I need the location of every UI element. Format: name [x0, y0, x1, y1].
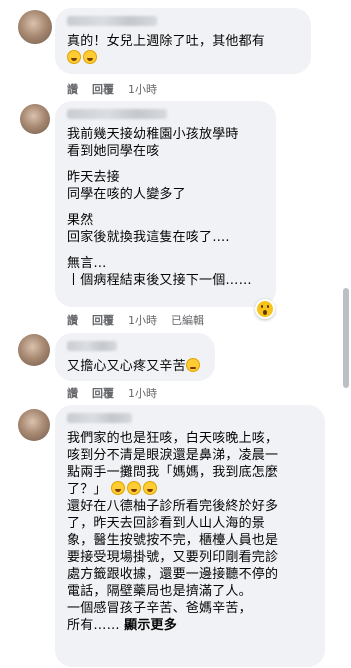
comment-timestamp[interactable]: 1小時	[128, 312, 157, 328]
comment-actions: 讚 回覆 1小時	[67, 385, 157, 401]
laughing-crying-emoji-icon	[83, 50, 97, 64]
laughing-crying-emoji-icon	[142, 481, 157, 495]
laughing-crying-emoji-icon	[110, 481, 125, 495]
comment-text: 又擔心又心疼又辛苦	[67, 358, 205, 375]
comment-text: 無言…	[67, 256, 107, 271]
comment-bubble: 我們家的也是狂咳，白天咳晚上咳， 咳到分不清是眼淚還是鼻涕，凌晨一 點兩手一攤問…	[55, 405, 325, 667]
comment-text: 昨天去接	[67, 170, 120, 185]
comment-text: 象，醫生按號按不完，櫃檯人員也是	[67, 533, 279, 548]
comment-timestamp[interactable]: 1小時	[128, 385, 157, 401]
comment-text: 同學在咳的人變多了	[67, 187, 186, 202]
sweat-smile-emoji-icon	[185, 358, 200, 372]
comment-bubble: 又擔心又心疼又辛苦	[55, 333, 215, 381]
comment-text: 了，昨天去回診看到人山人海的景	[67, 516, 266, 531]
avatar[interactable]	[18, 10, 52, 44]
avatar[interactable]	[18, 409, 50, 441]
comment-text: 所有…… 顯示更多	[67, 618, 177, 633]
commenter-name-blurred[interactable]	[67, 109, 167, 119]
comment-text: 點兩手一攤問我「媽媽，我到底怎麼	[67, 465, 279, 480]
scrollbar[interactable]	[343, 288, 349, 388]
wow-icon[interactable]	[255, 299, 275, 319]
comment-text: 丨個病程結束後又接下一個……	[67, 273, 252, 288]
comment-text: 一個感冒孩子辛苦、爸媽辛苦，	[67, 601, 252, 616]
avatar[interactable]	[18, 334, 50, 366]
reply-button[interactable]: 回覆	[92, 385, 114, 401]
avatar[interactable]	[20, 104, 50, 134]
comment-text: 電話，隔壁藥局也是擠滿了人。	[67, 584, 252, 599]
reply-button[interactable]: 回覆	[92, 312, 114, 328]
comment-text: 了？」	[67, 481, 315, 498]
comment-text: 果然	[67, 213, 94, 228]
comment-bubble: 真的！女兒上週除了吐，其他都有	[55, 8, 311, 74]
comment-text: 還好在八德柚子診所看完後終於好多	[67, 499, 279, 514]
comment-text: 我前幾天接幼稚園小孩放學時	[67, 127, 239, 142]
comment-text: 回家後就換我這隻在咳了….	[67, 230, 230, 245]
see-more-link[interactable]: 顯示更多	[124, 618, 177, 633]
like-button[interactable]: 讚	[67, 81, 78, 97]
comment-actions: 讚 回覆 1小時	[67, 81, 157, 97]
like-button[interactable]: 讚	[67, 385, 78, 401]
commenter-name-blurred[interactable]	[67, 341, 117, 351]
comment-actions: 讚 回覆 1小時 已編輯	[67, 312, 204, 328]
laughing-crying-emoji-icon	[126, 481, 141, 495]
comment-text: 要接受現場掛號，又要列印剛看完診	[67, 550, 279, 565]
comment-text: 看到她同學在咳	[67, 144, 160, 159]
edited-label[interactable]: 已編輯	[171, 312, 204, 328]
comment-timestamp[interactable]: 1小時	[128, 81, 157, 97]
comment-text: 我們家的也是狂咳，白天咳晚上咳，	[67, 431, 279, 446]
emoji-line	[67, 50, 301, 67]
reply-button[interactable]: 回覆	[92, 81, 114, 97]
comment-text: 處方籤跟收據，還要一邊接聽不停的	[67, 567, 279, 582]
commenter-name-blurred[interactable]	[67, 16, 157, 26]
comment-bubble: 我前幾天接幼稚園小孩放學時 看到她同學在咳 昨天去接 同學在咳的人變多了 果然 …	[55, 101, 276, 307]
comment-text: 咳到分不清是眼淚還是鼻涕，凌晨一	[67, 448, 279, 463]
comment-text: 真的！女兒上週除了吐，其他都有	[67, 34, 266, 49]
like-button[interactable]: 讚	[67, 312, 78, 328]
laughing-crying-emoji-icon	[67, 50, 81, 64]
commenter-name-blurred[interactable]	[67, 413, 132, 423]
